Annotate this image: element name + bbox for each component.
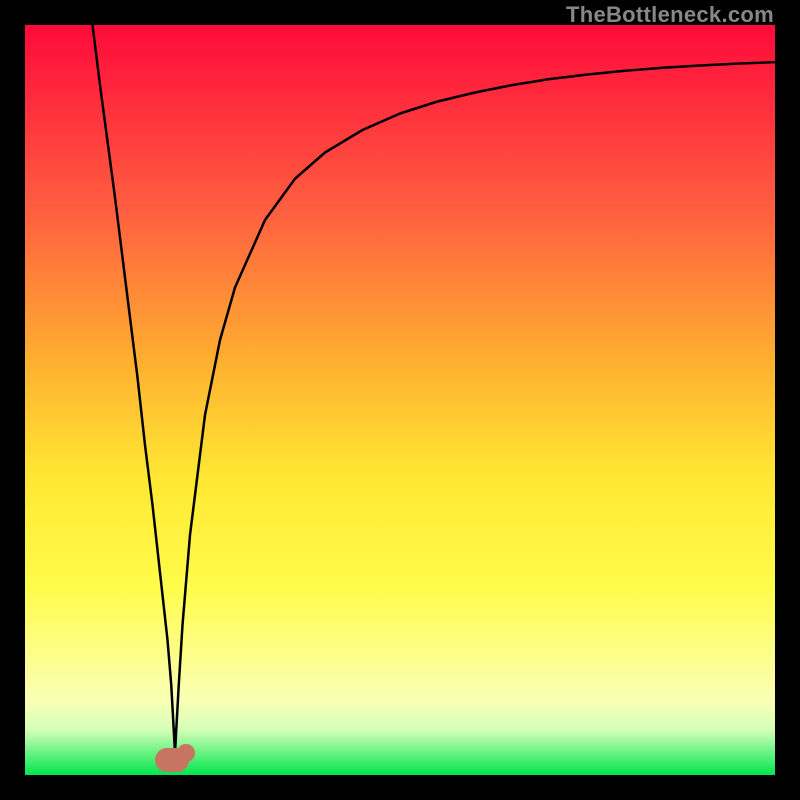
- bottleneck-curve: [25, 25, 775, 775]
- chart-frame: TheBottleneck.com: [0, 0, 800, 800]
- watermark-text: TheBottleneck.com: [566, 2, 774, 28]
- minimum-marker-dot: [177, 744, 195, 762]
